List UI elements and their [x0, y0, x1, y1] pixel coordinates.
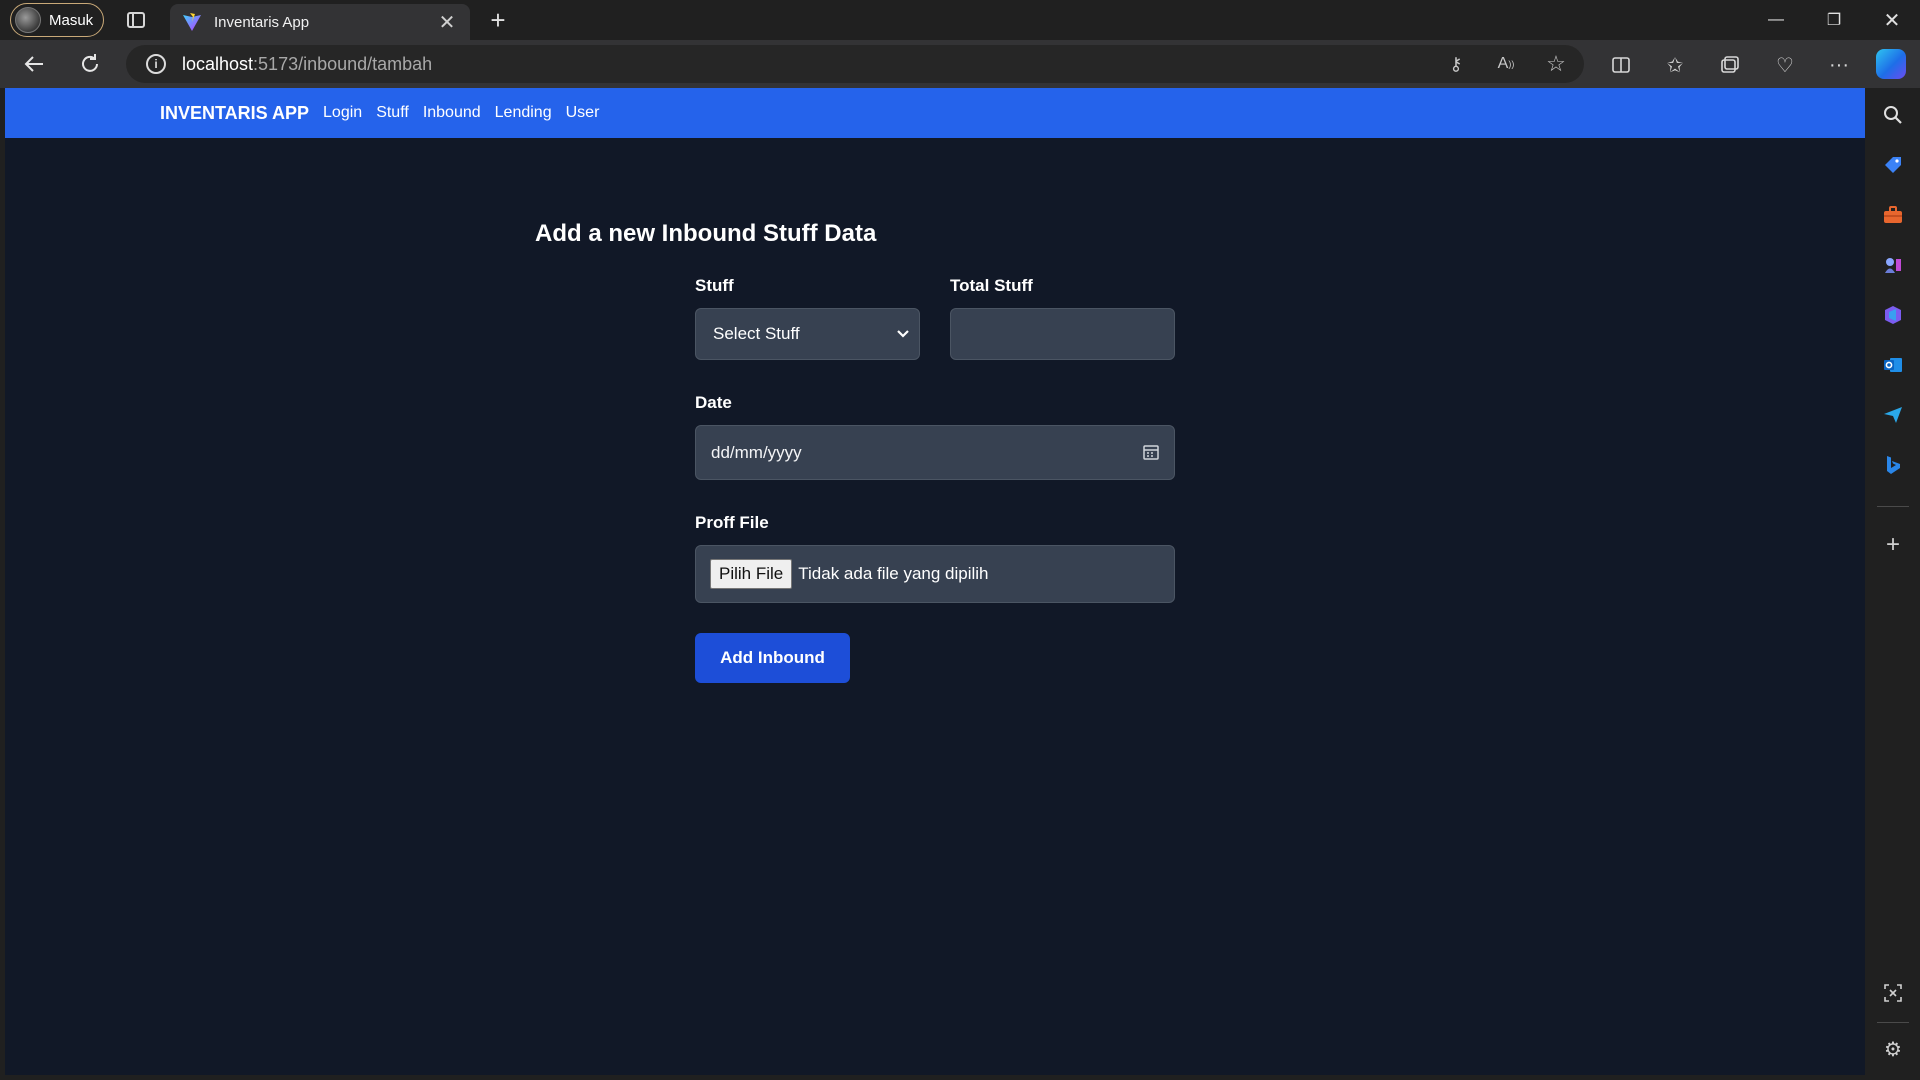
- stuff-label: Stuff: [695, 276, 734, 295]
- window-bottom-edge: [0, 1075, 1865, 1080]
- add-icon[interactable]: +: [1882, 531, 1904, 558]
- date-label: Date: [695, 393, 732, 412]
- edge-sidebar: + ⚙: [1865, 88, 1920, 1080]
- nav-user[interactable]: User: [566, 104, 600, 122]
- nav-lending[interactable]: Lending: [495, 104, 552, 122]
- split-screen-icon[interactable]: [1608, 52, 1634, 78]
- browser-toolbar: i localhost:5173/inbound/tambah ⚷ A)) ☆ …: [0, 40, 1920, 88]
- tab-actions-icon[interactable]: [124, 8, 148, 32]
- app-navbar: INVENTARIS APP Login Stuff Inbound Lendi…: [5, 88, 1865, 138]
- page-title: Add a new Inbound Stuff Data: [535, 220, 877, 247]
- nav-inbound[interactable]: Inbound: [423, 104, 481, 122]
- calendar-icon[interactable]: [1142, 443, 1160, 461]
- search-icon[interactable]: [1882, 104, 1904, 126]
- favorite-star-icon[interactable]: ☆: [1544, 51, 1568, 76]
- add-inbound-button[interactable]: Add Inbound: [695, 633, 850, 683]
- shopping-tag-icon[interactable]: [1882, 154, 1904, 176]
- favorites-icon[interactable]: ✩: [1662, 52, 1688, 78]
- minimize-icon[interactable]: —: [1748, 0, 1804, 40]
- proof-file-input[interactable]: Pilih File Tidak ada file yang dipilih: [695, 545, 1175, 603]
- new-tab-icon[interactable]: +: [484, 6, 512, 34]
- collections-icon[interactable]: [1717, 52, 1743, 78]
- refresh-icon[interactable]: [74, 48, 106, 80]
- nav-login[interactable]: Login: [323, 104, 362, 122]
- stuff-select[interactable]: Select Stuff: [695, 308, 920, 360]
- choose-file-button[interactable]: Pilih File: [710, 559, 793, 589]
- total-stuff-label: Total Stuff: [950, 276, 1033, 295]
- nav-stuff[interactable]: Stuff: [376, 104, 409, 122]
- more-menu-icon[interactable]: ···: [1826, 52, 1852, 78]
- address-bar[interactable]: i localhost:5173/inbound/tambah ⚷ A)) ☆: [126, 45, 1584, 83]
- page-viewport: INVENTARIS APP Login Stuff Inbound Lendi…: [5, 88, 1865, 1075]
- url-text: localhost:5173/inbound/tambah: [182, 53, 433, 74]
- proof-file-label: Proff File: [695, 513, 769, 532]
- screenshot-icon[interactable]: [1882, 982, 1904, 1004]
- profile-button[interactable]: Masuk: [10, 3, 105, 37]
- sidebar-divider: [1877, 1022, 1909, 1023]
- microsoft-365-icon[interactable]: [1882, 304, 1904, 326]
- profile-name: Masuk: [49, 11, 94, 29]
- copilot-icon[interactable]: [1876, 49, 1906, 79]
- outlook-icon[interactable]: [1882, 354, 1904, 376]
- sidebar-divider: [1877, 506, 1909, 507]
- site-info-icon[interactable]: i: [146, 54, 166, 74]
- back-icon[interactable]: [18, 48, 50, 80]
- tab-title: Inventaris App: [214, 13, 310, 31]
- vite-logo-icon: [183, 13, 201, 31]
- browser-tab[interactable]: Inventaris App ✕: [170, 4, 470, 40]
- stuff-select-value: Select Stuff: [713, 324, 800, 343]
- bing-icon[interactable]: [1882, 454, 1904, 476]
- close-tab-icon[interactable]: ✕: [436, 10, 458, 35]
- restore-icon[interactable]: ❐: [1806, 0, 1862, 40]
- games-icon[interactable]: [1882, 254, 1904, 276]
- gear-icon[interactable]: ⚙: [1882, 1038, 1904, 1061]
- browser-titlebar: Masuk Inventaris App ✕ + — ❐ ✕: [0, 0, 1920, 40]
- key-icon[interactable]: ⚷: [1444, 52, 1468, 76]
- chevron-down-icon: [897, 330, 909, 338]
- date-input[interactable]: dd/mm/yyyy: [695, 425, 1175, 480]
- file-status-text: Tidak ada file yang dipilih: [798, 564, 989, 583]
- browser-essentials-icon[interactable]: ♡: [1772, 52, 1798, 78]
- tools-icon[interactable]: [1882, 204, 1904, 226]
- profile-avatar: [15, 7, 41, 33]
- app-brand[interactable]: INVENTARIS APP: [160, 103, 309, 124]
- date-placeholder: dd/mm/yyyy: [711, 442, 802, 462]
- read-aloud-icon[interactable]: A)): [1494, 52, 1518, 76]
- total-stuff-input[interactable]: [950, 308, 1175, 360]
- send-icon[interactable]: [1882, 404, 1904, 426]
- close-window-icon[interactable]: ✕: [1864, 0, 1920, 40]
